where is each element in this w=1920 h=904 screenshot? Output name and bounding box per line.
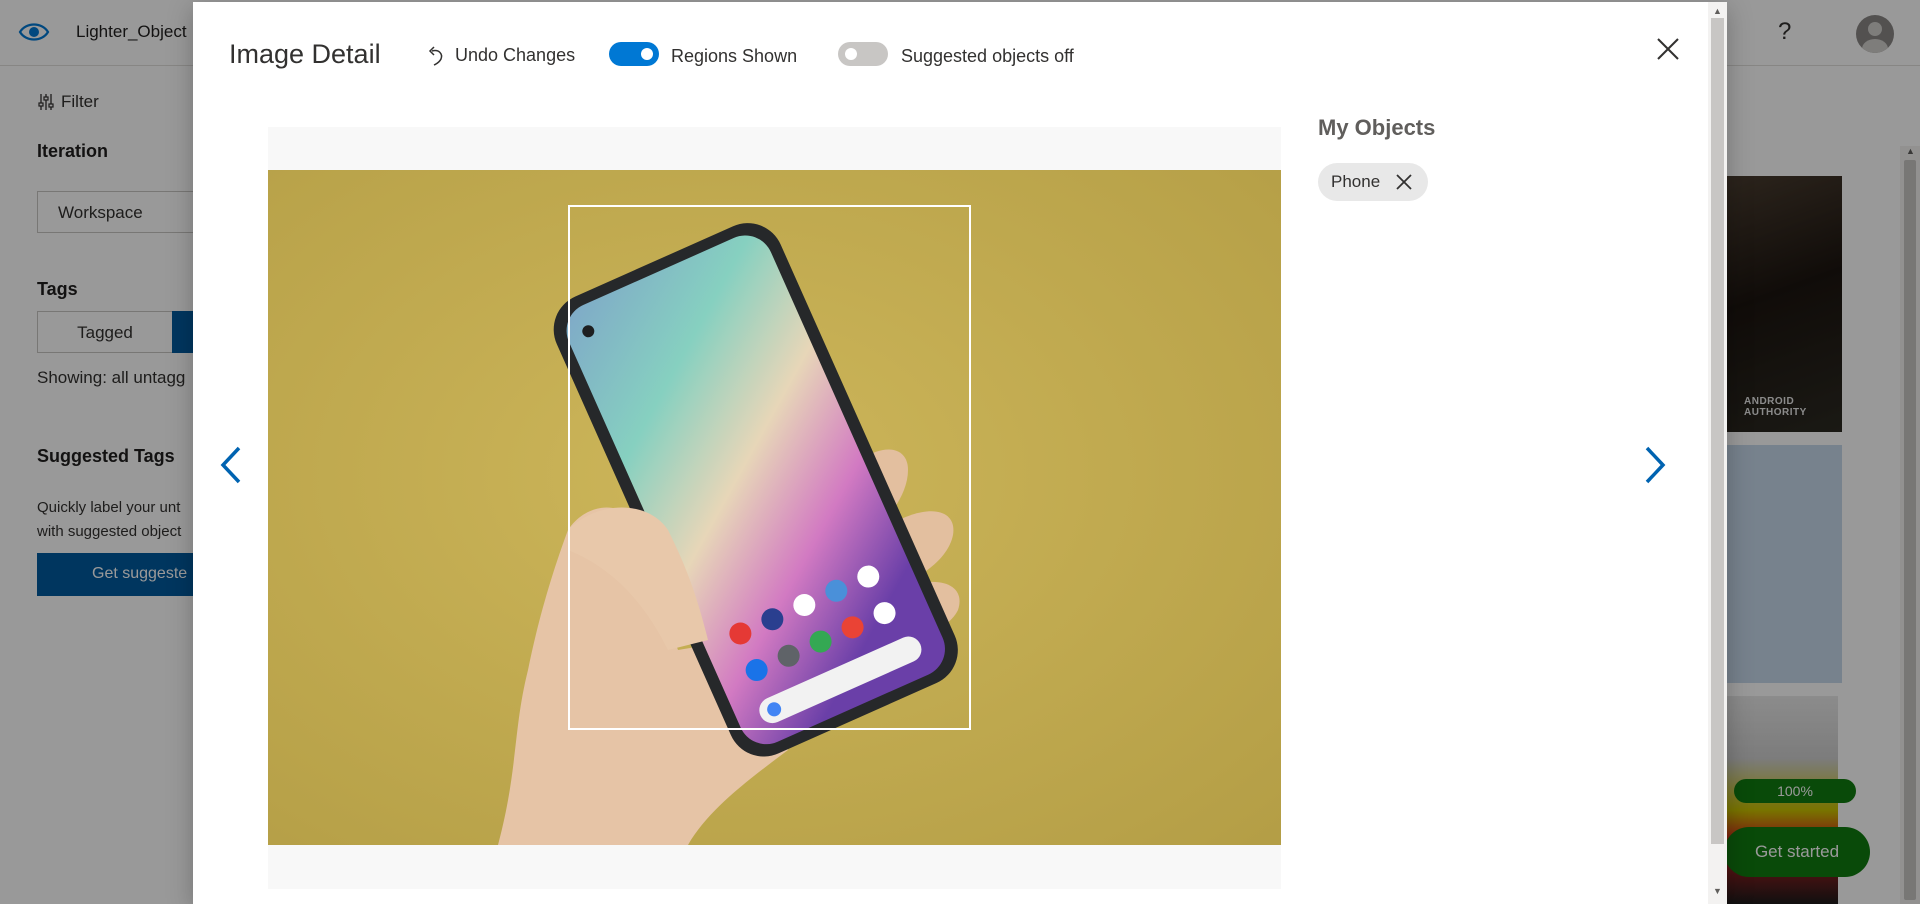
chevron-right-icon <box>1645 446 1666 484</box>
scroll-up-arrow-icon[interactable]: ▲ <box>1713 6 1722 16</box>
region-bounding-box[interactable] <box>568 205 971 730</box>
scroll-down-arrow-icon[interactable]: ▼ <box>1713 886 1722 896</box>
suggested-objects-toggle[interactable] <box>838 42 888 66</box>
next-image-button[interactable] <box>1633 440 1673 490</box>
image-canvas <box>268 127 1281 889</box>
undo-arrow-icon <box>428 45 443 66</box>
chevron-left-icon <box>220 446 241 484</box>
object-tag-label: Phone <box>1331 172 1381 191</box>
regions-shown-toggle[interactable] <box>609 42 659 66</box>
undo-changes-button[interactable]: Undo Changes <box>427 45 575 66</box>
suggested-objects-label: Suggested objects off <box>901 46 1074 66</box>
undo-changes-label: Undo Changes <box>455 45 576 65</box>
previous-image-button[interactable] <box>213 440 253 490</box>
close-icon[interactable] <box>1653 34 1683 64</box>
toggle-knob <box>641 48 653 60</box>
dialog-scrollbar[interactable]: ▲ ▼ <box>1708 2 1727 904</box>
dialog-title: Image Detail <box>229 39 381 69</box>
close-icon[interactable] <box>1394 172 1414 192</box>
tagged-photo[interactable] <box>268 170 1281 845</box>
regions-shown-label: Regions Shown <box>671 46 798 66</box>
dialog-scrollbar-thumb[interactable] <box>1711 18 1724 844</box>
object-tag-chip[interactable]: Phone <box>1318 163 1429 201</box>
toggle-knob <box>845 48 857 60</box>
my-objects-heading: My Objects <box>1318 115 1436 140</box>
image-detail-dialog: Image Detail Undo Changes Regions Shown … <box>193 2 1727 904</box>
